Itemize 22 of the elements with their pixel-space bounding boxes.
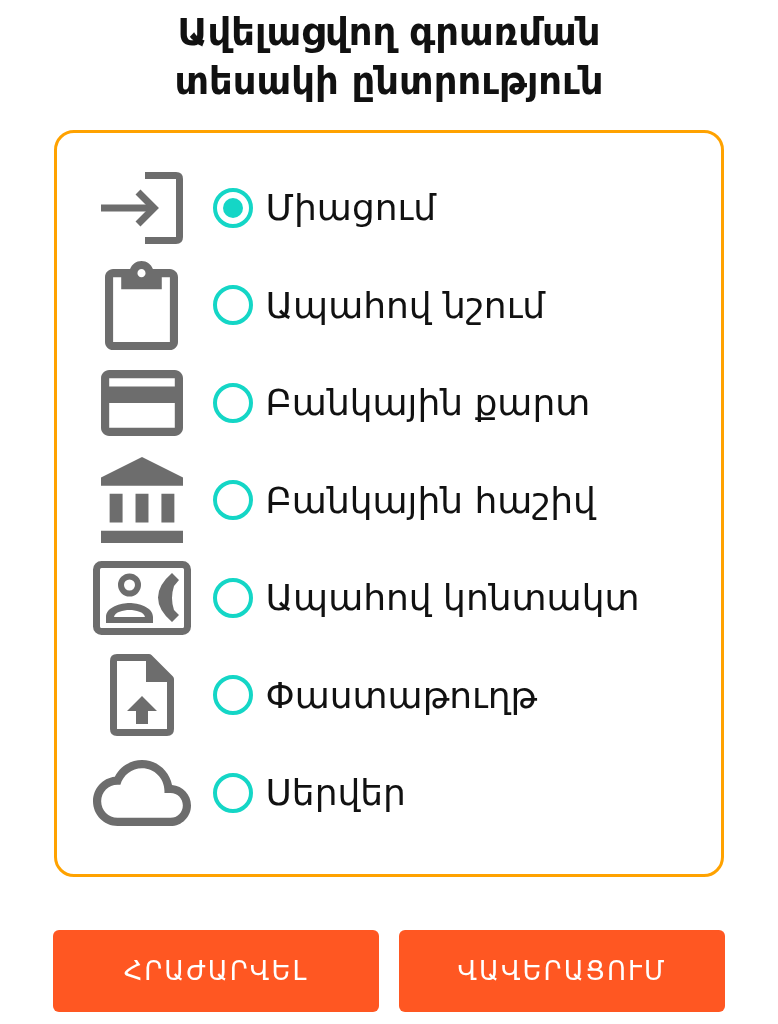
bank-icon	[100, 457, 183, 544]
radio-button[interactable]	[212, 480, 253, 521]
option-label[interactable]: Միացում	[265, 186, 436, 230]
credit-card-icon	[100, 369, 183, 436]
radio-button[interactable]	[212, 285, 253, 326]
cloud-icon	[92, 759, 191, 826]
login-icon	[100, 171, 183, 244]
option-label[interactable]: Փաստաթուղթ	[265, 673, 538, 717]
radio-button[interactable]	[212, 675, 253, 716]
option-label[interactable]: Բանկային քարտ	[265, 381, 591, 425]
option-label[interactable]: Ապահով կոնտակտ	[265, 576, 640, 620]
option-label[interactable]: Բանկային հաշիվ	[265, 478, 596, 522]
radio-button[interactable]	[212, 577, 253, 618]
radio-button[interactable]	[212, 187, 253, 228]
option-label[interactable]: Ապահով նշում	[265, 283, 546, 327]
contact-card-icon	[92, 560, 191, 635]
option-label[interactable]: Սերվեր	[265, 771, 406, 815]
dialog-title: Ավելացվող գրառման տեսակի ընտրություն	[173, 10, 605, 105]
radio-button[interactable]	[212, 772, 253, 813]
file-upload-icon	[109, 654, 174, 737]
clipboard-icon	[105, 260, 178, 350]
radio-button[interactable]	[212, 382, 253, 423]
